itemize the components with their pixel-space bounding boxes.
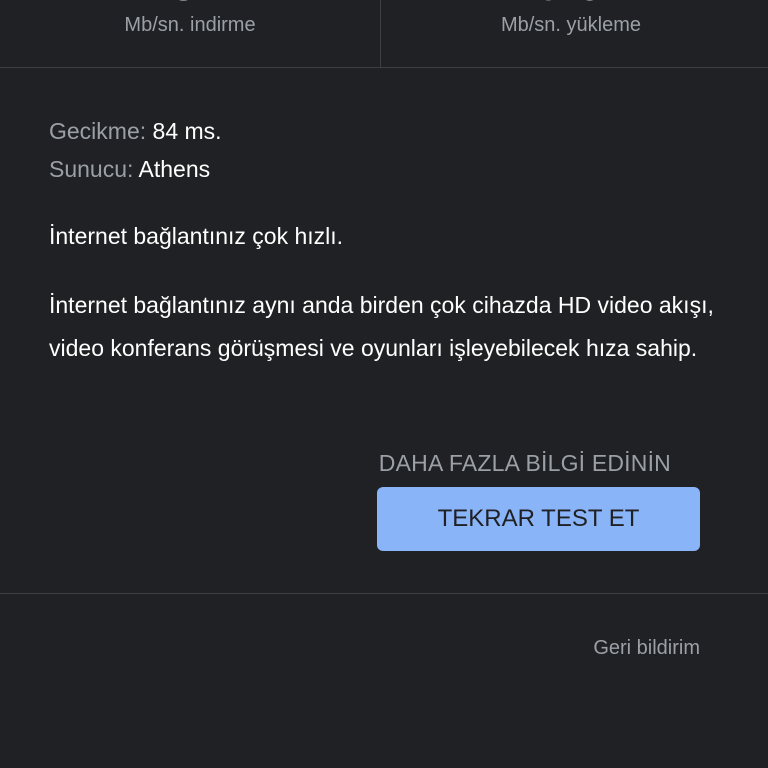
download-stat: 28.4 Mb/sn. indirme — [0, 0, 380, 67]
speed-stats-row: 28.4 Mb/sn. indirme 7.9 Mb/sn. yükleme — [0, 0, 768, 68]
download-speed-unit: Mb/sn. indirme — [124, 14, 256, 36]
result-summary: İnternet bağlantınız çok hızlı. — [49, 223, 344, 249]
server-label: Sunucu: — [49, 156, 134, 182]
server-line: Sunucu: Athens — [49, 150, 222, 188]
retest-button[interactable]: TEKRAR TEST ET — [377, 487, 700, 551]
latency-value: 84 ms. — [152, 118, 222, 144]
result-description: İnternet bağlantınız aynı anda birden ço… — [49, 292, 714, 361]
test-details: Gecikme: 84 ms. Sunucu: Athens — [49, 112, 222, 188]
speed-test-panel: 28.4 Mb/sn. indirme 7.9 Mb/sn. yükleme G… — [0, 0, 768, 768]
download-speed-value: 28.4 — [0, 0, 380, 10]
upload-speed-value: 7.9 — [381, 0, 761, 10]
latency-label: Gecikme: — [49, 118, 147, 144]
feedback-link[interactable]: Geri bildirim — [593, 634, 700, 662]
learn-more-link[interactable]: DAHA FAZLA BİLGİ EDİNİN — [379, 447, 671, 479]
upload-stat: 7.9 Mb/sn. yükleme — [381, 0, 761, 67]
latency-line: Gecikme: 84 ms. — [49, 112, 222, 150]
server-value: Athens — [138, 156, 211, 182]
footer-divider — [0, 593, 768, 594]
upload-speed-unit: Mb/sn. yükleme — [500, 14, 642, 36]
